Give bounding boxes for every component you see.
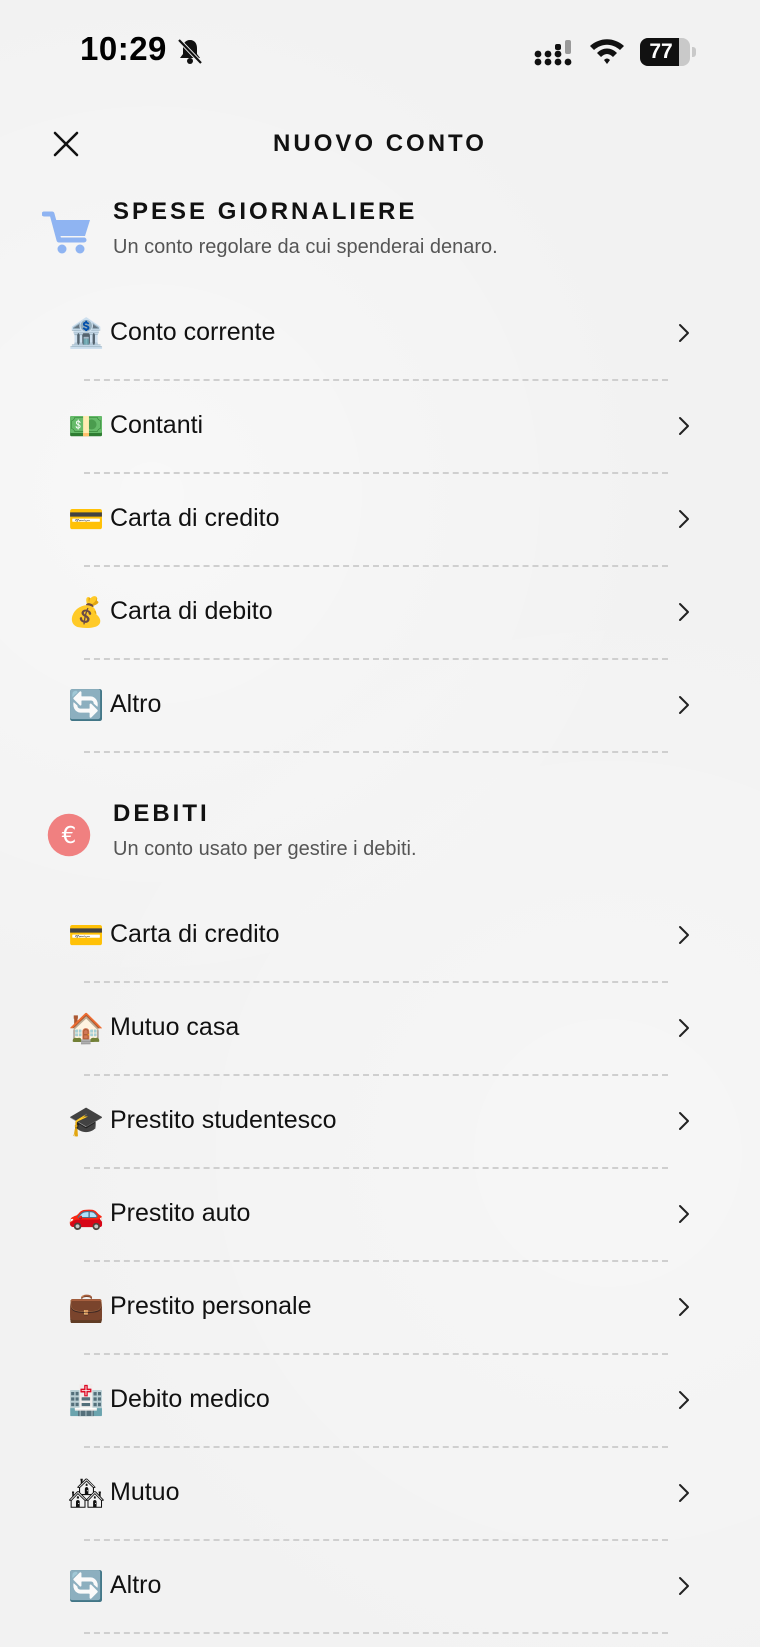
graduation-cap-icon: 🎓 [68,1104,105,1138]
section-daily-spending: SPESE GIORNALIERE Un conto regolare da c… [0,198,760,753]
account-type-list: 🏦 Conto corrente 💵 Contanti 💳 Carta di c… [0,288,760,753]
list-item-prestito-personale[interactable]: 💼 Prestito personale [0,1262,760,1355]
item-label: Conto corrente [110,318,276,346]
battery-indicator: 77 [640,38,696,66]
chevron-right-icon [679,1577,689,1595]
credit-card-icon: 💳 [68,502,105,536]
list-item-debito-medico[interactable]: 🏥 Debito medico [0,1355,760,1448]
hospital-icon: 🏥 [68,1383,105,1417]
page-title: NUOVO CONTO [273,130,487,157]
chevron-right-icon [679,1484,689,1502]
list-item-conto-corrente[interactable]: 🏦 Conto corrente [0,288,760,381]
svg-text:€: € [62,823,77,849]
list-item-mutuo[interactable]: 🏘 Mutuo [0,1448,760,1541]
list-item-altro[interactable]: 🔄 Altro [0,660,760,753]
cash-icon: 💵 [68,409,105,443]
money-bag-icon: 💰 [68,595,105,629]
list-item-contanti[interactable]: 💵 Contanti [0,381,760,474]
item-label: Carta di debito [110,597,273,625]
section-debts: € DEBITI Un conto usato per gestire i de… [0,800,760,1634]
section-description: Un conto regolare da cui spenderai denar… [113,236,498,258]
item-label: Carta di credito [110,504,280,532]
list-item-prestito-auto[interactable]: 🚗 Prestito auto [0,1169,760,1262]
screen: 10:29 77 NUOVO CONTO SPESE GIORNALIERE U… [0,0,760,1647]
section-title: DEBITI [113,800,210,827]
section-header: € DEBITI Un conto usato per gestire i de… [0,800,760,890]
briefcase-icon: 💼 [68,1290,105,1324]
item-label: Prestito studentesco [110,1106,337,1134]
houses-icon: 🏘 [68,1476,105,1510]
list-item-mutuo-casa[interactable]: 🏠 Mutuo casa [0,983,760,1076]
status-bar: 10:29 77 [0,0,760,100]
cellular-signal-icon [534,40,572,66]
item-label: Contanti [110,411,204,439]
chevron-right-icon [679,1205,689,1223]
battery-percentage: 77 [649,40,673,63]
chevron-right-icon [679,603,689,621]
shopping-cart-icon [42,211,90,254]
item-label: Mutuo [110,1478,180,1506]
chevron-right-icon [679,1391,689,1409]
item-label: Prestito auto [110,1199,251,1227]
section-description: Un conto usato per gestire i debiti. [113,838,417,860]
list-item-carta-di-credito[interactable]: 💳 Carta di credito [0,890,760,983]
section-title: SPESE GIORNALIERE [113,198,418,225]
section-header: SPESE GIORNALIERE Un conto regolare da c… [0,198,760,288]
battery-body: 77 [640,38,690,66]
euro-coin-icon: € [47,813,91,857]
divider [84,751,668,753]
chevron-right-icon [679,1112,689,1130]
bell-slash-icon [177,38,203,65]
item-label: Altro [110,1571,162,1599]
divider [84,1632,668,1634]
list-item-carta-di-credito[interactable]: 💳 Carta di credito [0,474,760,567]
chevron-right-icon [679,926,689,944]
list-item-altro[interactable]: 🔄 Altro [0,1541,760,1634]
refresh-arrows-icon: 🔄 [68,1569,105,1603]
chevron-right-icon [679,1298,689,1316]
wifi-icon [590,39,624,64]
bank-icon: 🏦 [68,316,105,350]
status-time: 10:29 [80,30,167,67]
item-label: Prestito personale [110,1292,312,1320]
chevron-right-icon [679,510,689,528]
chevron-right-icon [679,1019,689,1037]
car-icon: 🚗 [68,1197,105,1231]
header: NUOVO CONTO [0,110,760,178]
chevron-right-icon [679,696,689,714]
list-item-prestito-studentesco[interactable]: 🎓 Prestito studentesco [0,1076,760,1169]
account-type-list: 💳 Carta di credito 🏠 Mutuo casa 🎓 Presti… [0,890,760,1634]
battery-tip [692,47,696,57]
item-label: Mutuo casa [110,1013,240,1041]
item-label: Carta di credito [110,920,280,948]
house-icon: 🏠 [68,1011,105,1045]
list-item-carta-di-debito[interactable]: 💰 Carta di debito [0,567,760,660]
credit-card-icon: 💳 [68,918,105,952]
item-label: Altro [110,690,162,718]
item-label: Debito medico [110,1385,270,1413]
chevron-right-icon [679,324,689,342]
chevron-right-icon [679,417,689,435]
refresh-arrows-icon: 🔄 [68,688,105,722]
